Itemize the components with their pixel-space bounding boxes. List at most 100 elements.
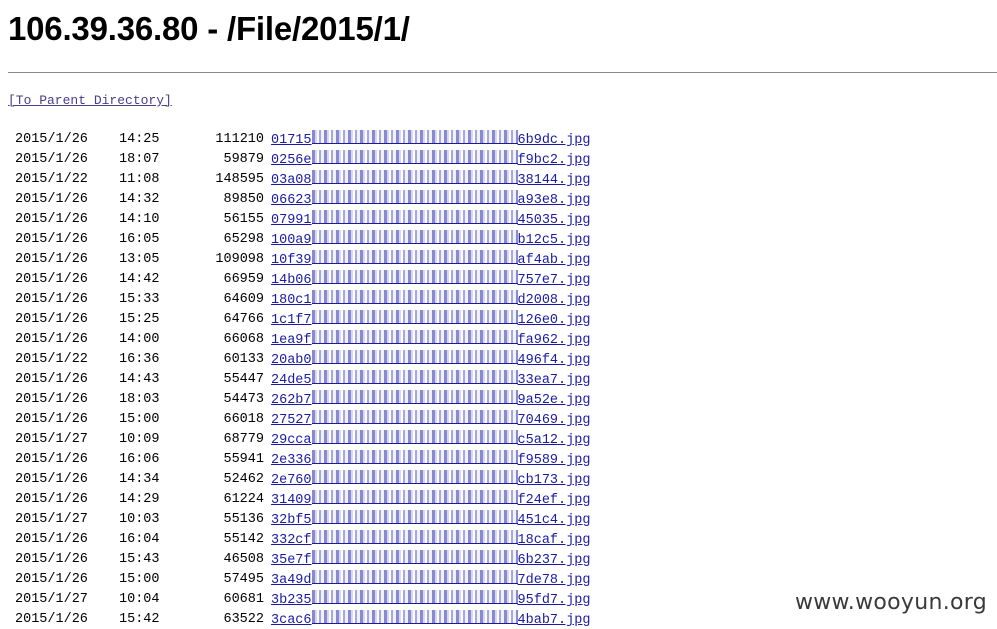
file-date: 2015/1/26 <box>15 212 88 227</box>
file-name-end: 38144.jpg <box>517 173 591 188</box>
file-date: 2015/1/27 <box>15 512 88 527</box>
file-row: 2015/1/22 16:36 60133 20ab0 496f4.jpg <box>0 350 640 370</box>
file-name-start: 2e336 <box>271 453 312 468</box>
file-time: 14:10 <box>119 212 160 227</box>
file-link[interactable]: 35e7f 6b237.jpg <box>271 550 590 571</box>
redacted-filename-segment <box>311 350 518 364</box>
file-link[interactable]: 27527 70469.jpg <box>271 410 590 431</box>
redacted-filename-segment <box>311 190 518 204</box>
file-row: 2015/1/26 15:00 66018 27527 70469.jpg <box>0 410 640 430</box>
file-row: 2015/1/26 16:06 55941 2e336 f9589.jpg <box>0 450 640 470</box>
file-link[interactable]: 29cca c5a12.jpg <box>271 430 590 451</box>
file-time: 14:29 <box>119 492 160 507</box>
file-time: 15:43 <box>119 552 160 567</box>
file-date: 2015/1/26 <box>15 412 88 427</box>
file-name-end: 126e0.jpg <box>517 313 591 328</box>
file-name-end: f24ef.jpg <box>517 493 591 508</box>
redacted-filename-segment <box>311 430 518 444</box>
file-time: 15:25 <box>119 312 160 327</box>
file-name-start: 3a49d <box>271 573 312 588</box>
file-link[interactable]: 20ab0 496f4.jpg <box>271 350 590 371</box>
file-size: 66959 <box>223 272 264 287</box>
file-link[interactable]: 3a49d 7de78.jpg <box>271 570 590 591</box>
file-date: 2015/1/26 <box>15 152 88 167</box>
file-link[interactable]: 31409 f24ef.jpg <box>271 490 590 511</box>
redacted-filename-segment <box>311 170 518 184</box>
file-date: 2015/1/26 <box>15 572 88 587</box>
file-row: 2015/1/26 14:42 66959 14b06 757e7.jpg <box>0 270 640 290</box>
file-name-start: 332cf <box>271 533 312 548</box>
file-name-start: 1c1f7 <box>271 313 312 328</box>
file-name-end: 45035.jpg <box>517 213 591 228</box>
file-time: 15:42 <box>119 612 160 627</box>
file-link[interactable]: 2e336 f9589.jpg <box>271 450 590 471</box>
file-link[interactable]: 2e760 cb173.jpg <box>271 470 590 491</box>
file-date: 2015/1/27 <box>15 432 88 447</box>
parent-directory-link[interactable]: [To Parent Directory] <box>8 91 172 111</box>
file-link[interactable]: 24de5 33ea7.jpg <box>271 370 590 391</box>
file-link[interactable]: 10f39 af4ab.jpg <box>271 250 590 271</box>
file-name-end: fa962.jpg <box>517 333 591 348</box>
file-link[interactable]: 180c1 d2008.jpg <box>271 290 590 311</box>
file-name-end: 6b237.jpg <box>517 553 591 568</box>
file-row: 2015/1/26 14:25 111210 01715 6b9dc.jpg <box>0 130 640 150</box>
file-size: 59879 <box>223 152 264 167</box>
file-date: 2015/1/26 <box>15 272 88 287</box>
file-name-end: f9bc2.jpg <box>517 153 591 168</box>
file-date: 2015/1/27 <box>15 592 88 607</box>
file-name-start: 27527 <box>271 413 312 428</box>
file-date: 2015/1/26 <box>15 612 88 627</box>
file-link[interactable]: 3cac6 4bab7.jpg <box>271 610 590 629</box>
file-name-end: 70469.jpg <box>517 413 591 428</box>
file-size: 89850 <box>223 192 264 207</box>
file-link[interactable]: 262b7 9a52e.jpg <box>271 390 590 411</box>
redacted-filename-segment <box>311 410 518 424</box>
file-link[interactable]: 06623 a93e8.jpg <box>271 190 590 211</box>
file-link[interactable]: 03a08 38144.jpg <box>271 170 590 191</box>
file-date: 2015/1/22 <box>15 352 88 367</box>
file-link[interactable]: 1ea9f fa962.jpg <box>271 330 590 351</box>
file-link[interactable]: 07991 45035.jpg <box>271 210 590 231</box>
file-date: 2015/1/26 <box>15 452 88 467</box>
file-link[interactable]: 100a9 b12c5.jpg <box>271 230 590 251</box>
file-size: 63522 <box>223 612 264 627</box>
page-title: 106.39.36.80 - /File/2015/1/ <box>8 10 410 47</box>
file-link[interactable]: 1c1f7 126e0.jpg <box>271 310 590 331</box>
file-name-start: 35e7f <box>271 553 312 568</box>
redacted-filename-segment <box>311 290 518 304</box>
file-size: 111210 <box>215 132 264 147</box>
file-name-start: 14b06 <box>271 273 312 288</box>
file-size: 65298 <box>223 232 264 247</box>
file-link[interactable]: 32bf5 451c4.jpg <box>271 510 590 531</box>
file-name-end: 18caf.jpg <box>517 533 591 548</box>
file-name-end: a93e8.jpg <box>517 193 591 208</box>
file-row: 2015/1/26 14:00 66068 1ea9f fa962.jpg <box>0 330 640 350</box>
file-link[interactable]: 0256e f9bc2.jpg <box>271 150 590 171</box>
file-time: 14:25 <box>119 132 160 147</box>
file-row: 2015/1/26 18:07 59879 0256e f9bc2.jpg <box>0 150 640 170</box>
file-name-start: 20ab0 <box>271 353 312 368</box>
file-link[interactable]: 14b06 757e7.jpg <box>271 270 590 291</box>
file-time: 14:34 <box>119 472 160 487</box>
redacted-filename-segment <box>311 470 518 484</box>
redacted-filename-segment <box>311 570 518 584</box>
file-name-end: 451c4.jpg <box>517 513 591 528</box>
file-link[interactable]: 332cf 18caf.jpg <box>271 530 590 551</box>
file-time: 13:05 <box>119 252 160 267</box>
redacted-filename-segment <box>311 210 518 224</box>
file-name-start: 07991 <box>271 213 312 228</box>
file-size: 66018 <box>223 412 264 427</box>
redacted-filename-segment <box>311 330 518 344</box>
file-time: 16:04 <box>119 532 160 547</box>
file-row: 2015/1/26 15:43 46508 35e7f 6b237.jpg <box>0 550 640 570</box>
file-date: 2015/1/26 <box>15 532 88 547</box>
file-row: 2015/1/27 10:04 60681 3b235 95fd7.jpg <box>0 590 640 610</box>
file-name-end: 6b9dc.jpg <box>517 133 591 148</box>
file-size: 60133 <box>223 352 264 367</box>
file-link[interactable]: 3b235 95fd7.jpg <box>271 590 590 611</box>
file-name-end: 95fd7.jpg <box>517 593 591 608</box>
file-link[interactable]: 01715 6b9dc.jpg <box>271 130 590 151</box>
file-size: 46508 <box>223 552 264 567</box>
file-time: 14:32 <box>119 192 160 207</box>
file-time: 16:36 <box>119 352 160 367</box>
